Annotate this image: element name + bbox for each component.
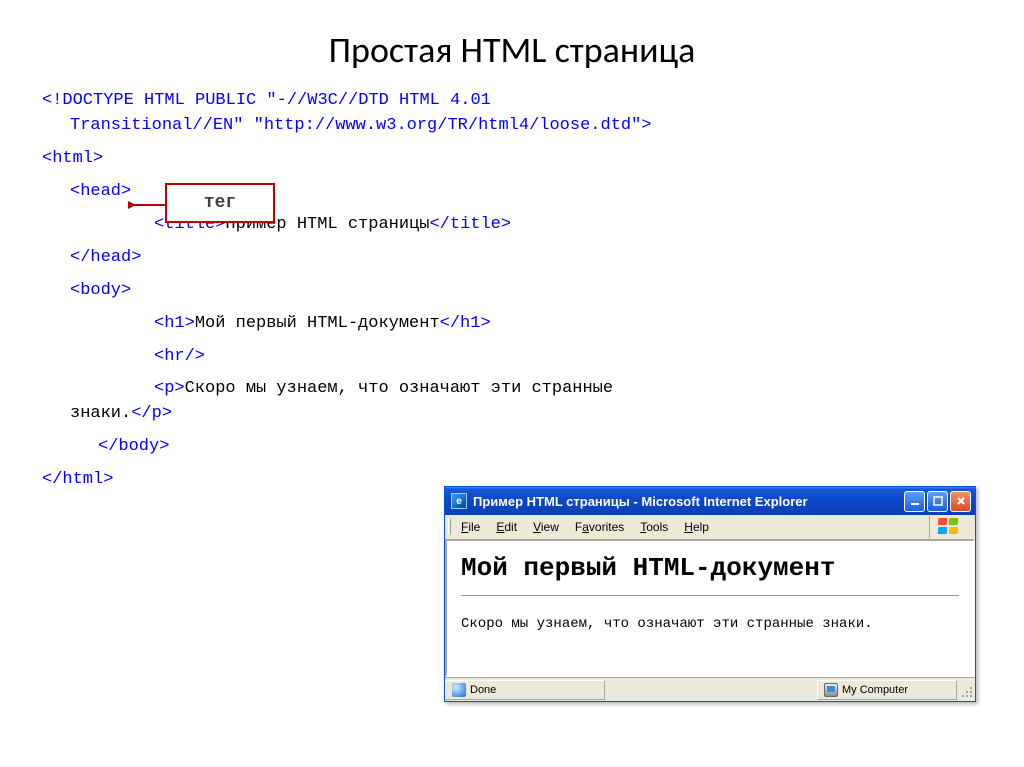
callout-box: тег xyxy=(165,183,275,223)
status-done-text: Done xyxy=(470,684,496,696)
code-h1-open: <h1> xyxy=(154,314,195,333)
maximize-button[interactable] xyxy=(927,491,948,512)
ie-icon: e xyxy=(451,493,467,509)
code-hr: <hr/> xyxy=(154,347,205,366)
menu-edit[interactable]: Edit xyxy=(488,517,525,537)
menu-tools[interactable]: Tools xyxy=(632,517,676,537)
browser-title-text: Пример HTML страницы - Microsoft Interne… xyxy=(473,494,904,509)
menu-help[interactable]: Help xyxy=(676,517,717,537)
browser-window: e Пример HTML страницы - Microsoft Inter… xyxy=(444,486,976,702)
menubar-grip-icon xyxy=(448,519,451,535)
rendered-h1: Мой первый HTML-документ xyxy=(461,553,959,583)
code-block: <!DOCTYPE HTML PUBLIC "-//W3C//DTD HTML … xyxy=(0,90,1024,492)
browser-menubar: FFileile Edit View Favorites Tools Help xyxy=(445,515,975,539)
code-p-text-2: знаки. xyxy=(70,404,131,423)
status-zone-text: My Computer xyxy=(842,684,908,696)
status-zone-panel: My Computer xyxy=(817,680,957,700)
code-doctype-1: <!DOCTYPE HTML PUBLIC "-//W3C//DTD HTML … xyxy=(42,91,491,110)
code-title-close: </title> xyxy=(429,215,511,234)
resize-grip-icon[interactable] xyxy=(957,680,975,700)
menu-view[interactable]: View xyxy=(525,517,567,537)
code-h1-close: </h1> xyxy=(440,314,491,333)
close-button[interactable] xyxy=(950,491,971,512)
rendered-paragraph: Скоро мы узнаем, что означают эти странн… xyxy=(461,616,959,632)
menu-favorites[interactable]: Favorites xyxy=(567,517,632,537)
code-h1-text: Мой первый HTML-документ xyxy=(195,314,440,333)
computer-icon xyxy=(824,683,838,697)
status-done-panel: Done xyxy=(445,680,605,700)
code-html-close: </html> xyxy=(42,470,113,489)
code-doctype-2: Transitional//EN" "http://www.w3.org/TR/… xyxy=(70,116,652,135)
minimize-button[interactable] xyxy=(904,491,925,512)
callout-label: тег xyxy=(204,193,236,213)
code-p-open: <p> xyxy=(154,379,185,398)
code-head-open: <head> xyxy=(70,182,131,201)
menu-file[interactable]: FFileile xyxy=(453,517,488,537)
done-icon xyxy=(452,683,466,697)
code-head-close: </head> xyxy=(70,248,141,267)
code-body-open: <body> xyxy=(70,281,131,300)
code-html-open: <html> xyxy=(42,149,103,168)
windows-logo-icon xyxy=(929,516,967,538)
browser-statusbar: Done My Computer xyxy=(445,677,975,701)
browser-titlebar: e Пример HTML страницы - Microsoft Inter… xyxy=(445,487,975,515)
code-p-close: </p> xyxy=(131,404,172,423)
code-p-text-1: Скоро мы узнаем, что означают эти странн… xyxy=(185,379,613,398)
rendered-hr xyxy=(461,595,959,596)
code-body-close: </body> xyxy=(98,437,169,456)
slide-title: Простая HTML страница xyxy=(0,0,1024,90)
browser-content: Мой первый HTML-документ Скоро мы узнаем… xyxy=(445,539,975,677)
